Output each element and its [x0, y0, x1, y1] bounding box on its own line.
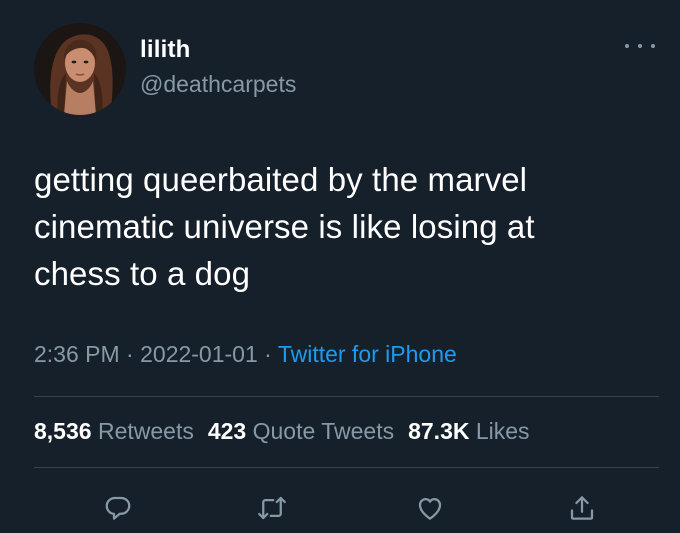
avatar[interactable]	[34, 23, 126, 115]
meta-separator: ·	[264, 341, 272, 367]
retweet-icon[interactable]	[252, 488, 292, 528]
likes-label: Likes	[475, 418, 530, 444]
retweets-label: Retweets	[97, 418, 194, 444]
action-bar	[0, 488, 680, 528]
avatar-image	[34, 23, 126, 115]
user-handle[interactable]: @deathcarpets	[140, 71, 296, 98]
tweet-stats: 8,536 Retweets 423 Quote Tweets 87.3K Like…	[34, 418, 530, 445]
divider	[34, 396, 659, 397]
quote-tweets-label: Quote Tweets	[252, 418, 395, 444]
likes-stat[interactable]: 87.3K Likes	[408, 418, 529, 444]
more-dot	[625, 44, 629, 48]
tweet-text: getting queerbaited by the marvel cinema…	[34, 156, 634, 297]
retweets-count: 8,536	[34, 418, 92, 444]
tweet-source[interactable]: Twitter for iPhone	[278, 341, 457, 367]
tweet-text-line: getting queerbaited by the marvel	[34, 161, 528, 198]
tweet-text-line: chess to a dog	[34, 255, 251, 292]
quote-tweets-count: 423	[207, 418, 247, 444]
tweet-date[interactable]: 2022-01-01	[140, 341, 258, 367]
likes-count: 87.3K	[408, 418, 470, 444]
heart-icon[interactable]	[410, 488, 450, 528]
share-icon[interactable]	[562, 488, 602, 528]
reply-icon[interactable]	[98, 488, 138, 528]
tweet-text-line: cinematic universe is like losing at	[34, 208, 535, 245]
more-horizontal-icon[interactable]	[625, 36, 655, 56]
retweets-stat[interactable]: 8,536 Retweets	[34, 418, 194, 444]
more-dot	[651, 44, 655, 48]
tweet-meta: 2:36 PM · 2022-01-01 · Twitter for iPhon…	[34, 341, 457, 368]
meta-separator: ·	[126, 341, 134, 367]
divider	[34, 467, 659, 468]
tweet-time[interactable]: 2:36 PM	[34, 341, 120, 367]
quote-tweets-stat[interactable]: 423 Quote Tweets	[208, 418, 394, 444]
more-dot	[638, 44, 642, 48]
display-name[interactable]: lilith	[140, 36, 191, 64]
